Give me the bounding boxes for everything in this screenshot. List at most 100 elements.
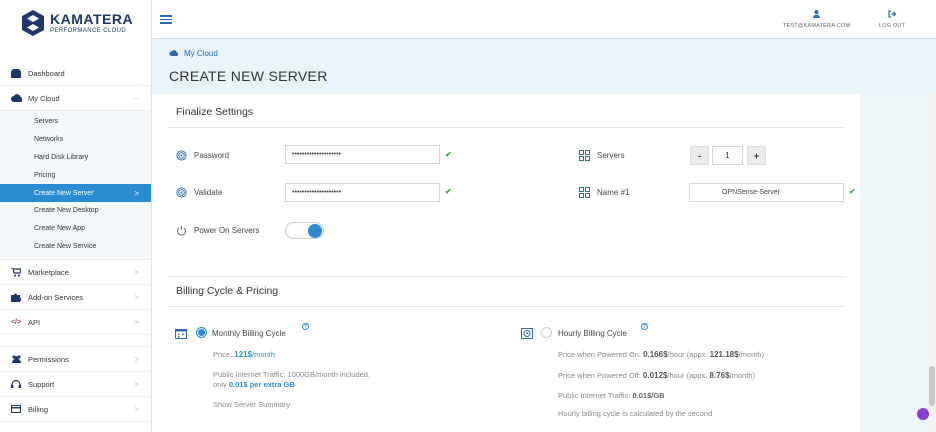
- submenu-item-create-new-desktop[interactable]: Create New Desktop: [0, 202, 151, 220]
- chevron-right-icon: >: [134, 267, 139, 277]
- code-icon: </>: [10, 318, 22, 326]
- submenu-item-create-new-service[interactable]: Create New Service: [0, 238, 151, 256]
- monthly-traffic-line1: Public Internet Traffic: 1000GB/month in…: [213, 370, 371, 379]
- divider: [168, 276, 844, 277]
- monthly-billing-radio[interactable]: [196, 327, 207, 338]
- user-icon: [813, 10, 821, 20]
- sidebar-item-marketplace[interactable]: Marketplace >: [0, 260, 151, 286]
- price-on-month-unit: /month): [738, 350, 765, 359]
- logout-icon: [888, 10, 897, 20]
- sidebar-item-add-on-services[interactable]: Add-on Services >: [0, 285, 151, 311]
- submenu-item-create-new-server[interactable]: Create New Server >: [0, 184, 151, 202]
- puzzle-icon: [10, 292, 22, 302]
- submenu-item-pricing[interactable]: Pricing: [0, 166, 151, 184]
- help-icon[interactable]: ?: [641, 323, 648, 330]
- price-on-value: 0.166$: [643, 350, 668, 359]
- sidebar-item-support[interactable]: Support >: [0, 372, 151, 398]
- server-name-label: Name #1: [579, 187, 629, 198]
- logout-label: LOG OUT: [879, 23, 906, 29]
- price-off-value: 0.012$: [642, 371, 668, 380]
- servers-quantity-input[interactable]: 1: [712, 146, 743, 165]
- power-on-label: Power On Servers: [176, 225, 259, 236]
- logout-button[interactable]: LOG OUT: [879, 10, 905, 29]
- submenu-label: Hard Disk Library: [34, 153, 89, 161]
- submenu-item-hard-disk-library[interactable]: Hard Disk Library: [0, 149, 151, 167]
- submenu-item-servers[interactable]: Servers: [0, 113, 151, 131]
- sidebar-item-label: API: [28, 317, 41, 327]
- breadcrumb-label: My Cloud: [184, 49, 218, 58]
- toggle-knob: [308, 224, 322, 238]
- submenu-item-create-new-app[interactable]: Create New App: [0, 220, 151, 238]
- right-panel: [860, 94, 936, 432]
- sidebar-item-billing[interactable]: Billing >: [0, 397, 151, 423]
- servers-decrement-button[interactable]: -: [690, 146, 709, 165]
- sidebar-item-label: Marketplace: [28, 267, 69, 277]
- submenu-label: Networks: [34, 136, 64, 144]
- sidebar-item-label: Permissions: [28, 354, 69, 364]
- sidebar-item-permissions[interactable]: Permissions >: [0, 347, 151, 373]
- monthly-price: Price: 121$/month: [213, 350, 275, 359]
- sidebar-item-my-cloud[interactable]: My Cloud ⌵: [0, 86, 151, 111]
- field-label-text: Power On Servers: [194, 226, 260, 235]
- chevron-right-icon: >: [134, 379, 139, 389]
- my-cloud-submenu: Servers Networks Hard Disk Library Prici…: [0, 111, 151, 261]
- hourly-traffic: Public Internet Traffic: 0.01$/GB: [558, 391, 665, 400]
- clock-calendar-icon: [521, 328, 533, 339]
- chevron-down-icon: ⌵: [132, 93, 139, 102]
- user-email: TEST@KAMATERA.COM: [783, 23, 851, 29]
- price-value: 121$: [234, 350, 253, 359]
- page-header: My Cloud CREATE NEW SERVER: [152, 38, 936, 94]
- sidebar: KAMATERA PERFORMANCE CLOUD Dashboard My …: [0, 0, 152, 432]
- sidebar-item-label: My Cloud: [28, 93, 60, 103]
- field-label-text: Validate: [194, 188, 223, 197]
- server-grid-icon: [579, 150, 590, 161]
- hourly-price-on: Price when Powered On: 0.166$/hour (appx…: [558, 350, 764, 359]
- submenu-label: Servers: [34, 118, 59, 126]
- show-server-summary-link[interactable]: Show Server Summary: [213, 400, 290, 409]
- divider: [168, 306, 844, 307]
- price-off-label: Price when Powered Off:: [558, 371, 641, 380]
- logo[interactable]: KAMATERA PERFORMANCE CLOUD: [0, 0, 151, 46]
- power-on-toggle[interactable]: [285, 222, 324, 239]
- check-icon: ✔: [445, 150, 452, 159]
- headset-icon: [10, 379, 22, 389]
- fingerprint-icon: [176, 187, 187, 198]
- traffic-label: Public Internet Traffic:: [558, 391, 631, 400]
- scrollbar-thumb[interactable]: [929, 366, 935, 406]
- price-on-label: Price when Powered On:: [558, 350, 641, 359]
- password-label: Password: [176, 150, 229, 161]
- help-icon[interactable]: ?: [302, 323, 309, 330]
- user-account-link[interactable]: TEST@KAMATERA.COM: [783, 10, 850, 29]
- sidebar-item-api[interactable]: </> API >: [0, 310, 151, 336]
- validate-password-input[interactable]: ••••••••••••••••••••: [285, 183, 440, 202]
- hourly-price-off: Price when Powered Off: 0.012$/hour (app…: [558, 371, 755, 380]
- price-off-unit: /hour (appx.: [667, 371, 708, 380]
- submenu-item-networks[interactable]: Networks: [0, 131, 151, 149]
- servers-increment-button[interactable]: +: [747, 146, 766, 165]
- fingerprint-icon: [176, 150, 187, 161]
- monthly-traffic-line2: only 0.01$ per extra GB: [213, 380, 295, 389]
- monthly-billing-label[interactable]: Monthly Billing Cycle: [212, 329, 286, 338]
- brand-name: KAMATERA: [50, 11, 134, 27]
- billing-icon: [10, 404, 22, 414]
- server-name-input[interactable]: OPNSense-Server: [689, 183, 844, 202]
- password-input[interactable]: ••••••••••••••••••••: [285, 145, 440, 164]
- cloud-icon: [169, 49, 179, 58]
- page-title: CREATE NEW SERVER: [169, 68, 328, 84]
- traffic-value: 0.01$/GB: [632, 391, 665, 400]
- hourly-billing-label[interactable]: Hourly Billing Cycle: [558, 329, 627, 338]
- section-title-billing: Billing Cycle & Pricing: [176, 285, 279, 297]
- sidebar-item-dashboard[interactable]: Dashboard: [0, 61, 151, 86]
- menu-toggle-icon[interactable]: [160, 15, 172, 24]
- sidebar-nav: Dashboard My Cloud ⌵ Servers Networks Ha…: [0, 61, 151, 423]
- submenu-label: Pricing: [34, 171, 56, 179]
- sidebar-item-label: Support: [28, 379, 55, 389]
- nav-separator: [0, 335, 151, 348]
- hourly-note: Hourly billing cycle is calculated by th…: [558, 409, 713, 418]
- topbar: TEST@KAMATERA.COM LOG OUT: [152, 0, 936, 38]
- assistant-widget-icon[interactable]: [917, 408, 929, 420]
- hourly-billing-radio[interactable]: [541, 327, 552, 338]
- users-icon: [10, 354, 22, 364]
- sidebar-item-label: Billing: [28, 404, 49, 414]
- breadcrumb[interactable]: My Cloud: [169, 49, 218, 58]
